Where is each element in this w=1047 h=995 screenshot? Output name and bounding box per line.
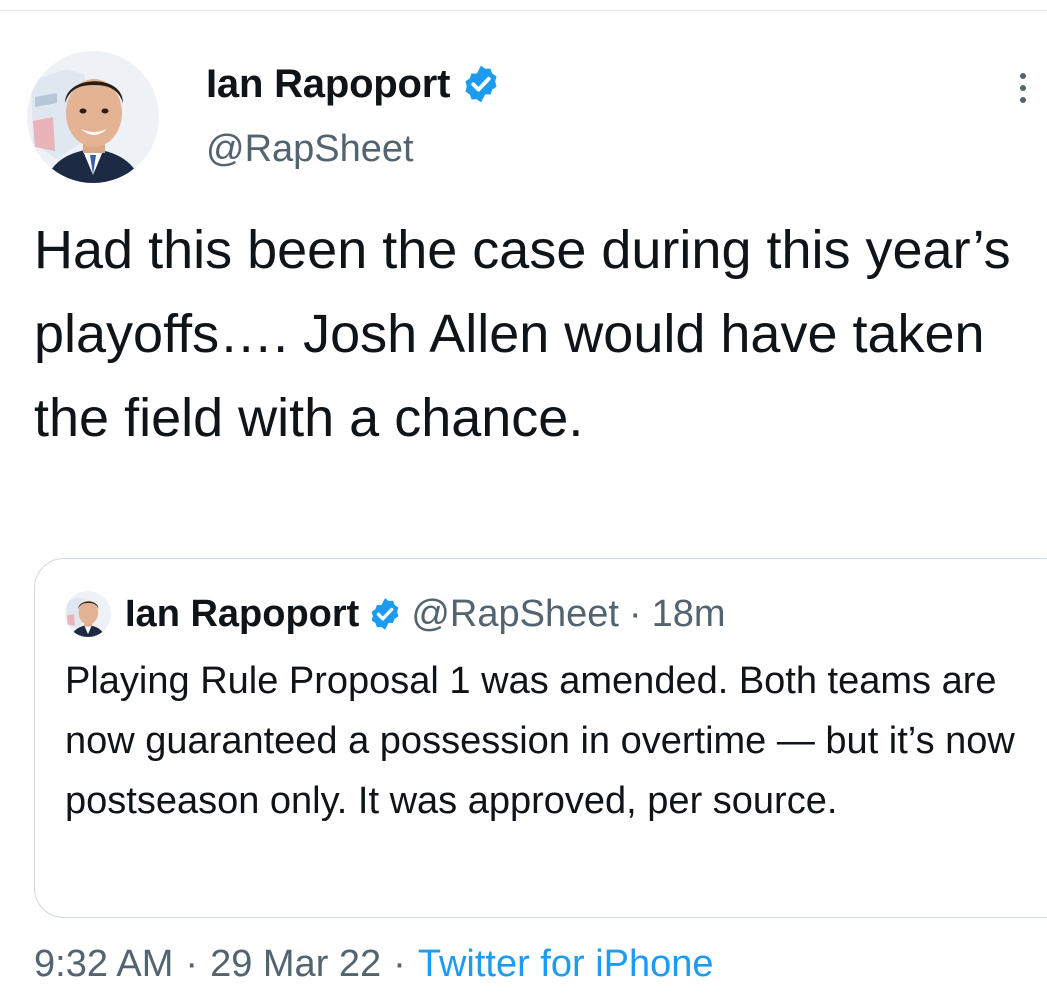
quoted-tweet-header: Ian Rapoport @RapSheet · 18m <box>65 589 726 639</box>
quoted-tweet-card[interactable]: Ian Rapoport @RapSheet · 18m Playing Rul… <box>34 558 1047 918</box>
more-options-icon[interactable] <box>1011 70 1035 110</box>
dot-separator: · <box>393 942 406 985</box>
quoted-author-handle: @RapSheet <box>411 592 619 635</box>
tweet-text: Had this been the case during this year’… <box>34 220 1026 448</box>
tweet-time[interactable]: 9:32 AM <box>34 943 173 986</box>
author-handle[interactable]: @RapSheet <box>206 128 414 171</box>
quoted-tweet-text: Playing Rule Proposal 1 was amended. Bot… <box>65 660 1015 822</box>
tweet-source-link[interactable]: Twitter for iPhone <box>418 943 714 986</box>
avatar-photo-icon <box>27 51 159 183</box>
quoted-author-avatar <box>65 591 111 637</box>
author-avatar[interactable] <box>27 51 159 183</box>
tweet-date[interactable]: 29 Mar 22 <box>210 943 381 986</box>
quoted-tweet-time: 18m <box>651 592 726 635</box>
tweet-meta: 9:32 AM · 29 Mar 22 · Twitter for iPhone <box>34 938 714 990</box>
author-display-name[interactable]: Ian Rapoport <box>206 62 450 107</box>
dot-separator: · <box>185 942 199 985</box>
verified-badge-icon <box>465 65 497 103</box>
avatar-photo-icon <box>65 591 111 637</box>
quoted-author-name: Ian Rapoport <box>125 592 360 635</box>
top-divider <box>0 10 1047 11</box>
verified-badge-icon <box>371 598 399 630</box>
author-name-row[interactable]: Ian Rapoport <box>206 58 502 110</box>
dot-separator: · <box>628 592 642 635</box>
